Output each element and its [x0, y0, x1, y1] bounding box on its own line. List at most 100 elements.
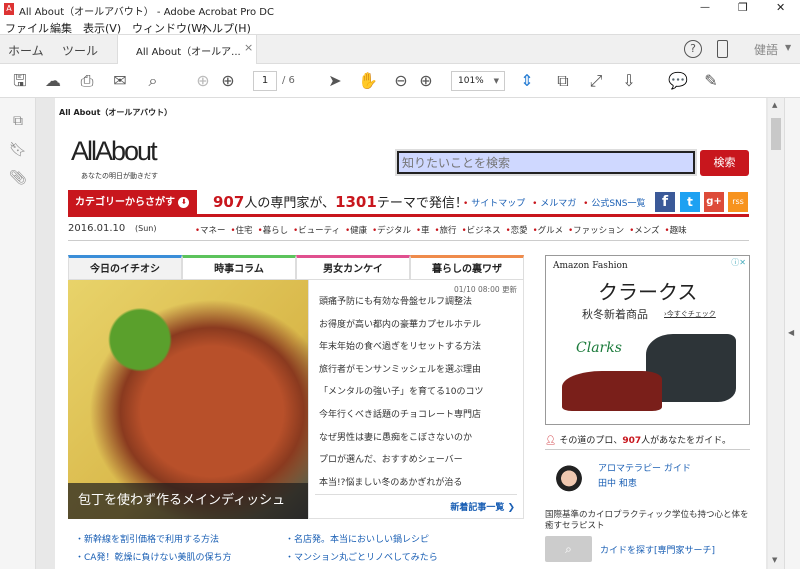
category-link[interactable]: •デジタル: [372, 226, 411, 236]
search-button[interactable]: 検索: [700, 150, 749, 176]
category-link[interactable]: •メンズ: [629, 226, 659, 236]
rss-icon[interactable]: rss: [728, 192, 748, 212]
facebook-icon[interactable]: f: [655, 192, 675, 212]
tab-close-button[interactable]: ×: [244, 41, 253, 54]
feature-image[interactable]: 包丁を使わず作るメインディッシュ: [68, 280, 308, 519]
category-button[interactable]: カテゴリーからさがす ⬇: [68, 190, 197, 215]
headline-link[interactable]: 今年行くべき話題のチョコレート専門店: [319, 407, 481, 420]
fit-width-icon[interactable]: ⧉: [553, 72, 573, 90]
tab-document[interactable]: All About（オールア... ×: [117, 35, 257, 65]
select-cursor-icon[interactable]: ➤: [325, 72, 345, 90]
headline-link[interactable]: 頭痛予防にも有効な骨盤セルフ調整法: [319, 294, 472, 307]
menu-help[interactable]: ヘルプ(H): [201, 20, 251, 36]
zoom-out-icon[interactable]: ⊖: [391, 72, 411, 90]
category-link[interactable]: •趣味: [665, 226, 687, 236]
zoom-select[interactable]: 101% ▼: [451, 71, 505, 91]
bookmark-icon[interactable]: 🔖︎: [8, 141, 28, 159]
guide-topic[interactable]: アロマテラピー ガイド: [598, 461, 691, 474]
pages-icon[interactable]: ⧉: [8, 112, 28, 130]
headline-link[interactable]: 旅行者がモンサンミッシェルを選ぶ理由: [319, 362, 481, 375]
category-link[interactable]: •健康: [345, 226, 367, 236]
category-link[interactable]: •グルメ: [533, 226, 564, 236]
menu-edit[interactable]: 編集: [50, 20, 72, 36]
category-link[interactable]: •旅行: [435, 226, 457, 236]
hand-tool-icon[interactable]: ✋: [358, 72, 378, 90]
headline-link[interactable]: 「メンタルの強い子」を育てる10のコツ: [319, 384, 483, 397]
menu-view[interactable]: 表示(V): [83, 20, 121, 36]
bottom-link[interactable]: ・新幹線を割引価格で利用する方法: [75, 532, 219, 545]
chevron-down-icon[interactable]: ▼: [785, 43, 791, 52]
link-sitemap[interactable]: • サイトマップ: [463, 199, 525, 209]
category-link[interactable]: •ファッション: [568, 226, 624, 236]
divider: [68, 240, 749, 241]
ad-info-icon[interactable]: ⓘ✕: [731, 257, 746, 268]
guide-photo[interactable]: [547, 460, 591, 506]
page-number-input[interactable]: 1: [253, 71, 277, 91]
category-link[interactable]: •住宅: [231, 226, 253, 236]
category-link[interactable]: •車: [416, 226, 430, 236]
menu-window[interactable]: ウィンドウ(W): [132, 20, 206, 36]
section-tab[interactable]: 暮らしの裏ワザ: [410, 255, 524, 280]
guide-name[interactable]: 田中 和恵: [598, 476, 637, 489]
next-page-icon[interactable]: ⊕: [218, 72, 238, 90]
prev-page-icon[interactable]: ⊕: [193, 72, 213, 90]
red-divider: [68, 214, 749, 217]
search-icon[interactable]: ⌕: [143, 72, 163, 90]
googleplus-icon[interactable]: g+: [704, 192, 724, 212]
fit-page-icon[interactable]: ⇕: [517, 72, 537, 90]
scroll-down-icon[interactable]: ▼: [772, 556, 777, 564]
category-link[interactable]: •恋愛: [506, 226, 528, 236]
feature-caption[interactable]: 包丁を使わず作るメインディッシュ: [68, 483, 308, 519]
menu-file[interactable]: ファイル: [5, 20, 49, 36]
link-sns[interactable]: • 公式SNS一覧: [583, 199, 645, 209]
headline-link[interactable]: 年末年始の食べ過ぎをリセットする方法: [319, 339, 481, 352]
tab-tools[interactable]: ツール: [62, 42, 98, 59]
category-link[interactable]: •ビジネス: [462, 226, 501, 236]
mobile-link-icon[interactable]: [717, 40, 728, 58]
headline-link[interactable]: プロが選んだ、おすすめシェーバー: [319, 452, 463, 465]
page-total: / 6: [282, 75, 295, 86]
pen-icon[interactable]: ✎: [701, 72, 721, 90]
more-articles-link[interactable]: 新着記事一覧 ❯: [450, 500, 515, 513]
search-input[interactable]: [397, 151, 695, 174]
restore-button[interactable]: ❐: [738, 1, 748, 14]
ad-cta[interactable]: ›今すぐチェック: [664, 309, 716, 319]
section-tab[interactable]: 今日のイチオシ: [68, 255, 182, 280]
section-tab[interactable]: 時事コラム: [182, 255, 296, 280]
bottom-link[interactable]: ・CA発！乾燥に負けない美肌の保ち方: [75, 550, 231, 563]
language-selector[interactable]: 健語: [754, 41, 778, 58]
scroll-up-icon[interactable]: ▲: [772, 101, 777, 109]
attachment-icon[interactable]: 📎︎: [8, 169, 28, 187]
ad-subtitle: 秋冬新着商品: [582, 308, 648, 321]
category-link[interactable]: •マネー: [195, 226, 226, 236]
headline-link[interactable]: なぜ男性は妻に愚痴をこぼさないのか: [319, 430, 472, 443]
allabout-logo[interactable]: AllAbout: [71, 136, 158, 167]
ad-banner[interactable]: Amazon Fashion ⓘ✕ クラークス 秋冬新着商品 ›今すぐチェック …: [545, 255, 750, 425]
print-icon[interactable]: ⎙: [77, 72, 97, 90]
twitter-icon[interactable]: t: [680, 192, 700, 212]
link-mailmag[interactable]: • メルマガ: [532, 199, 576, 209]
save-icon[interactable]: 🖫: [10, 72, 30, 90]
minimize-button[interactable]: —: [700, 2, 710, 13]
category-link[interactable]: •ビューティ: [293, 226, 340, 236]
help-icon[interactable]: ?: [684, 40, 702, 58]
bottom-link[interactable]: ・マンション丸ごとリノベしてみたら: [285, 550, 438, 563]
comment-icon[interactable]: 💬: [668, 72, 688, 90]
scroll-thumb[interactable]: [771, 118, 781, 150]
close-button[interactable]: ✕: [776, 1, 785, 14]
vertical-scrollbar[interactable]: ▲ ▼: [768, 98, 784, 569]
fullscreen-icon[interactable]: ⤢: [586, 72, 606, 90]
scroll-mode-icon[interactable]: ⇩: [619, 72, 639, 90]
bottom-link[interactable]: ・名店発。本当においしい鍋レシピ: [285, 532, 429, 545]
email-icon[interactable]: ✉: [110, 72, 130, 90]
tab-home[interactable]: ホーム: [8, 42, 44, 59]
guide-search-link[interactable]: カイドを探す[専門家サーチ]: [600, 543, 715, 556]
zoom-in-icon[interactable]: ⊕: [416, 72, 436, 90]
cloud-upload-icon[interactable]: ☁: [43, 72, 63, 90]
guide-search-button[interactable]: ⌕: [545, 536, 592, 562]
category-link[interactable]: •暮らし: [258, 226, 289, 236]
headline-link[interactable]: お得度が高い都内の豪華カプセルホテル: [319, 317, 481, 330]
expand-right-icon[interactable]: ◀: [788, 328, 794, 337]
section-tab[interactable]: 男女カンケイ: [296, 255, 410, 280]
headline-link[interactable]: 本当!?悩ましい冬のあかぎれが治る: [319, 475, 462, 488]
